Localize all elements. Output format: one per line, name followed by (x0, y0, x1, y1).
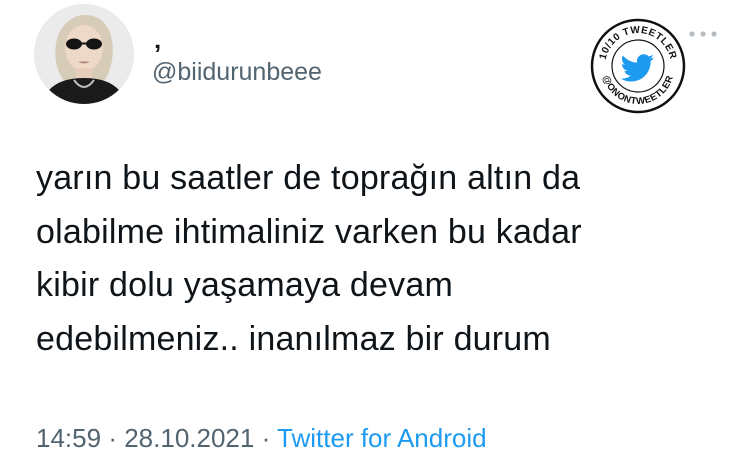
user-handle[interactable]: @biidurunbeee (152, 56, 322, 88)
tweet-card: ‚ @biidurunbeee 10/10 TWEETLER @ONONTWEE… (0, 0, 750, 476)
tweet-date[interactable]: 28.10.2021 (124, 423, 254, 453)
tweet-text-line: olabilme ihtimaliniz varken bu kadar (36, 212, 582, 251)
watermark-badge: 10/10 TWEETLER @ONONTWEETLER (588, 16, 688, 116)
more-options-button[interactable] (684, 22, 724, 46)
meta-separator: · (261, 423, 271, 453)
tweet-meta: 14:59 · 28.10.2021 · Twitter for Android (36, 420, 487, 456)
tweet-text: yarın bu saatler de toprağın altın da ol… (36, 152, 736, 366)
watermark-logo: 10/10 TWEETLER @ONONTWEETLER (590, 18, 686, 114)
tweet-source-link[interactable]: Twitter for Android (277, 423, 487, 453)
tweet-text-line: edebilmeniz.. inanılmaz bir durum (36, 319, 551, 358)
profile-photo-icon (34, 4, 134, 104)
tweet-text-line: kibir dolu yaşamaya devam (36, 266, 453, 304)
avatar[interactable] (34, 4, 134, 104)
tweet-text-line: yarın bu saatler de toprağın altın da (36, 159, 581, 197)
more-dots-icon (689, 31, 717, 37)
display-name[interactable]: ‚ (154, 26, 161, 52)
meta-separator: · (108, 423, 117, 453)
tweet-time[interactable]: 14:59 (36, 423, 101, 453)
